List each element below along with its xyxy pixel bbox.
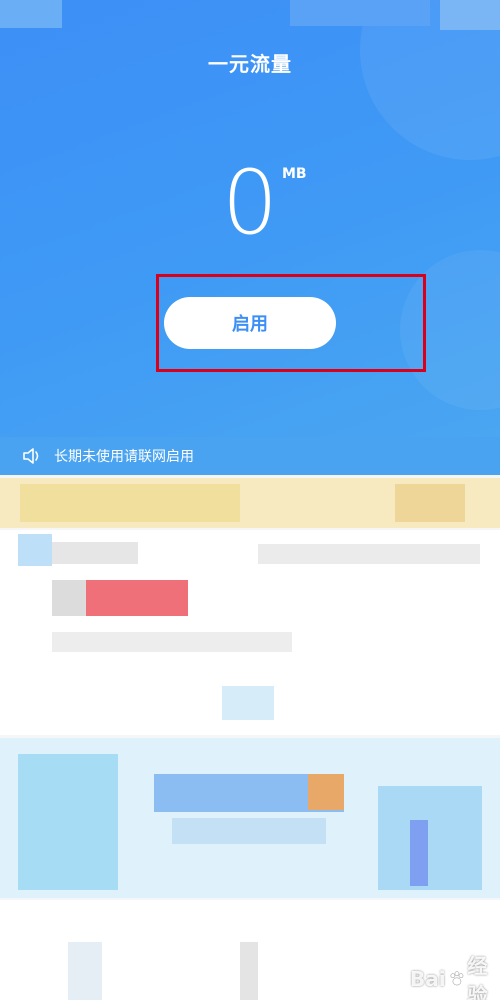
blurred-ad[interactable] [0, 738, 500, 898]
paw-icon [450, 971, 463, 986]
notice-text: 长期未使用请联网启用 [54, 449, 194, 465]
blurred-image [18, 754, 118, 890]
data-balance-unit: MB [282, 166, 307, 182]
blurred-icon [18, 534, 52, 566]
blurred-price-tag [86, 580, 188, 616]
watermark-text-right: 经验 [467, 954, 488, 1000]
blurred-block [68, 942, 102, 1000]
blurred-status-right [440, 0, 500, 30]
blurred-button [222, 686, 274, 720]
blurred-status-center [290, 0, 430, 26]
highlight-annotation [156, 274, 426, 372]
blurred-text [52, 580, 86, 616]
blurred-image [308, 774, 344, 810]
blurred-block [240, 942, 258, 1000]
blurred-image [172, 818, 326, 844]
notice-bar: 长期未使用请联网启用 [0, 437, 500, 475]
blurred-text [52, 632, 292, 652]
watermark-text-left: Bai [410, 967, 446, 991]
page-title: 一元流量 [208, 52, 292, 76]
blurred-block [20, 484, 240, 522]
blurred-image [410, 820, 428, 886]
blurred-card[interactable] [0, 530, 500, 735]
speaker-icon [23, 448, 39, 464]
hero-panel: 一元流量 0 MB [0, 0, 500, 440]
blurred-text [258, 544, 480, 564]
baidu-watermark: Bai 经验 [410, 950, 500, 1000]
blurred-image [378, 786, 482, 890]
blurred-block [395, 484, 465, 522]
data-balance-value: 0 [222, 151, 278, 254]
blurred-status-left [0, 0, 62, 28]
blurred-text [52, 542, 138, 564]
blurred-banner[interactable] [0, 478, 500, 528]
